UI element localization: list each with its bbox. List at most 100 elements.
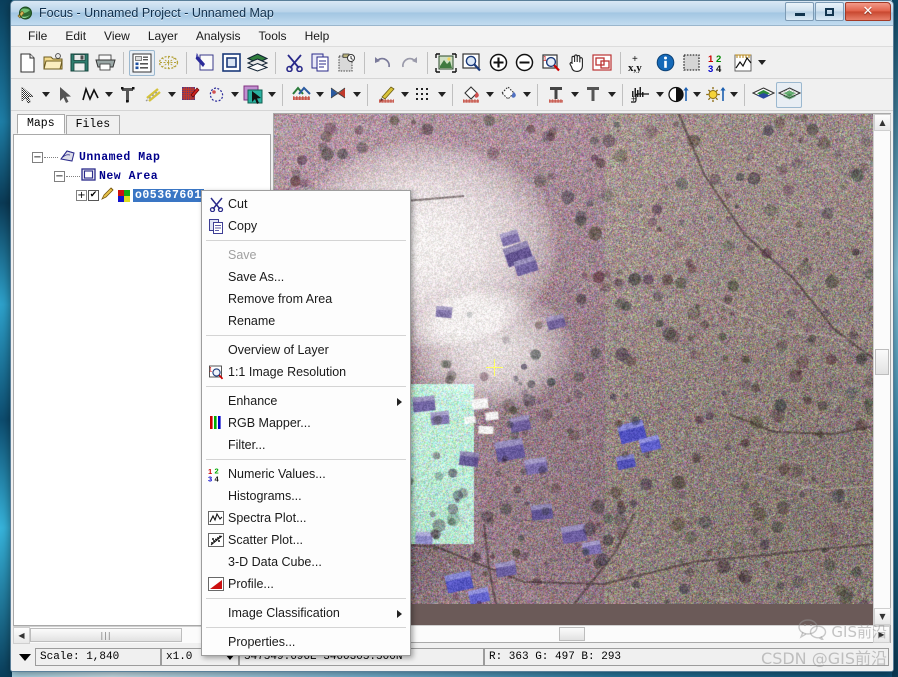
image-cursor-icon[interactable] [240,82,266,108]
maximize-button[interactable] [815,2,844,21]
pencil-note-icon[interactable] [192,50,218,76]
numeric-values-icon[interactable]: 1234 [704,50,730,76]
menu-help[interactable]: Help [296,27,339,45]
image-hscroll-thumb[interactable] [559,627,585,641]
statusbar-collapse-arrow[interactable] [15,648,35,666]
vector-symbol-icon[interactable] [288,82,314,108]
bitmap-brush-icon[interactable] [373,82,399,108]
contrast-icon[interactable] [665,82,691,108]
layer-tree-icon[interactable] [129,50,155,76]
tree-scroll-thumb[interactable]: ||| [30,628,182,642]
polyline-dropdown-caret[interactable] [103,82,114,108]
layer-blend-icon[interactable] [750,82,776,108]
select-marquee-icon[interactable] [678,50,704,76]
print-icon[interactable] [92,50,118,76]
ctx-profile[interactable]: Profile... [202,573,410,595]
ctx-save-as[interactable]: Save As... [202,266,410,288]
histogram-enhance-dropdown-caret[interactable] [654,82,665,108]
image-vertical-scrollbar[interactable]: ▲ ▼ [873,114,890,625]
node-edit-icon[interactable] [114,82,140,108]
zoom-in-icon[interactable] [485,50,511,76]
ctx-rgb-mapper[interactable]: RGB Mapper... [202,412,410,434]
copy-pages-icon[interactable] [307,50,333,76]
pan-hand-icon[interactable] [563,50,589,76]
bitmap-grid-icon[interactable] [410,82,436,108]
fill-bucket-icon[interactable] [458,82,484,108]
measure-dropdown-caret[interactable] [756,50,767,76]
tab-maps[interactable]: Maps [17,114,65,134]
lasso-dropdown-caret[interactable] [229,82,240,108]
frame-square-icon[interactable] [218,50,244,76]
title-bar[interactable]: Focus - Unnamed Project - Unnamed Map ✕ [11,1,893,26]
image-vscroll-track[interactable] [874,131,890,608]
ctx-image-resolution[interactable]: 1 1:1 Image Resolution [202,361,410,383]
fill-pattern-icon[interactable] [495,82,521,108]
menu-file[interactable]: File [19,27,56,45]
vector-symbol-dropdown-caret[interactable] [314,82,325,108]
expander-new-area[interactable]: − [54,171,65,182]
image-cursor-dropdown-caret[interactable] [266,82,277,108]
expander-raster-layer[interactable]: + [76,190,87,201]
flag-marker-icon[interactable] [325,82,351,108]
ctx-3d-data-cube[interactable]: 3-D Data Cube... [202,551,410,573]
undo-arrow-icon[interactable] [370,50,396,76]
paste-clipboard-icon[interactable] [333,50,359,76]
text-style-dropdown-caret[interactable] [606,82,617,108]
menu-edit[interactable]: Edit [56,27,95,45]
fill-pattern-dropdown-caret[interactable] [521,82,532,108]
text-label-icon[interactable] [543,82,569,108]
pointer-arrow-icon[interactable] [51,82,77,108]
measure-ruler-icon[interactable] [730,50,756,76]
select-arrow-icon[interactable] [14,82,40,108]
redo-arrow-icon[interactable] [396,50,422,76]
fit-image-icon[interactable] [433,50,459,76]
ctx-copy[interactable]: Copy [202,215,410,237]
new-file-icon[interactable] [14,50,40,76]
menu-layer[interactable]: Layer [139,27,187,45]
ctx-histograms[interactable]: Histograms... [202,485,410,507]
overview-window-icon[interactable] [589,50,615,76]
line-style-icon[interactable] [140,82,166,108]
ctx-remove-from-area[interactable]: Remove from Area [202,288,410,310]
raster-edit-icon[interactable] [177,82,203,108]
ctx-spectra-plot[interactable]: Spectra Plot... [202,507,410,529]
tree-node-unnamed-map[interactable]: − Unnamed Map [32,149,270,166]
lasso-select-icon[interactable] [203,82,229,108]
info-icon[interactable] [652,50,678,76]
menu-view[interactable]: View [95,27,139,45]
open-folder-icon[interactable] [40,50,66,76]
tree-scroll-left-arrow[interactable]: ◀ [13,627,30,644]
zoom-one-to-one-icon[interactable]: 1 [537,50,563,76]
ctx-image-classification[interactable]: Image Classification [202,602,410,624]
menu-tools[interactable]: Tools [250,27,296,45]
histogram-enhance-icon[interactable]: + [628,82,654,108]
bitmap-grid-dropdown-caret[interactable] [436,82,447,108]
ctx-rename[interactable]: Rename [202,310,410,332]
image-scroll-right-arrow[interactable]: ▶ [873,626,890,643]
fill-bucket-dropdown-caret[interactable] [484,82,495,108]
save-floppy-icon[interactable] [66,50,92,76]
layer-transparency-icon[interactable] [776,82,802,108]
polyline-icon[interactable] [77,82,103,108]
layer-visibility-checkbox[interactable] [88,190,99,201]
line-style-dropdown-caret[interactable] [166,82,177,108]
menu-analysis[interactable]: Analysis [187,27,250,45]
ctx-cut[interactable]: Cut [202,193,410,215]
image-scroll-up-arrow[interactable]: ▲ [874,114,891,131]
text-label-dropdown-caret[interactable] [569,82,580,108]
mesh-grid-icon[interactable] [155,50,181,76]
brightness-icon[interactable] [702,82,728,108]
flag-marker-dropdown-caret[interactable] [351,82,362,108]
ctx-properties[interactable]: Properties... [202,631,410,653]
select-arrow-dropdown-caret[interactable] [40,82,51,108]
tree-node-new-area[interactable]: − New Area [54,168,270,185]
image-scroll-down-arrow[interactable]: ▼ [874,608,891,625]
contrast-dropdown-caret[interactable] [691,82,702,108]
image-vscroll-thumb[interactable] [875,349,889,375]
ctx-filter[interactable]: Filter... [202,434,410,456]
bitmap-brush-dropdown-caret[interactable] [399,82,410,108]
xy-coordinate-icon[interactable]: +x,y [626,50,652,76]
tab-files[interactable]: Files [66,115,121,134]
minimize-button[interactable] [785,2,814,21]
ctx-overview-of-layer[interactable]: Overview of Layer [202,339,410,361]
